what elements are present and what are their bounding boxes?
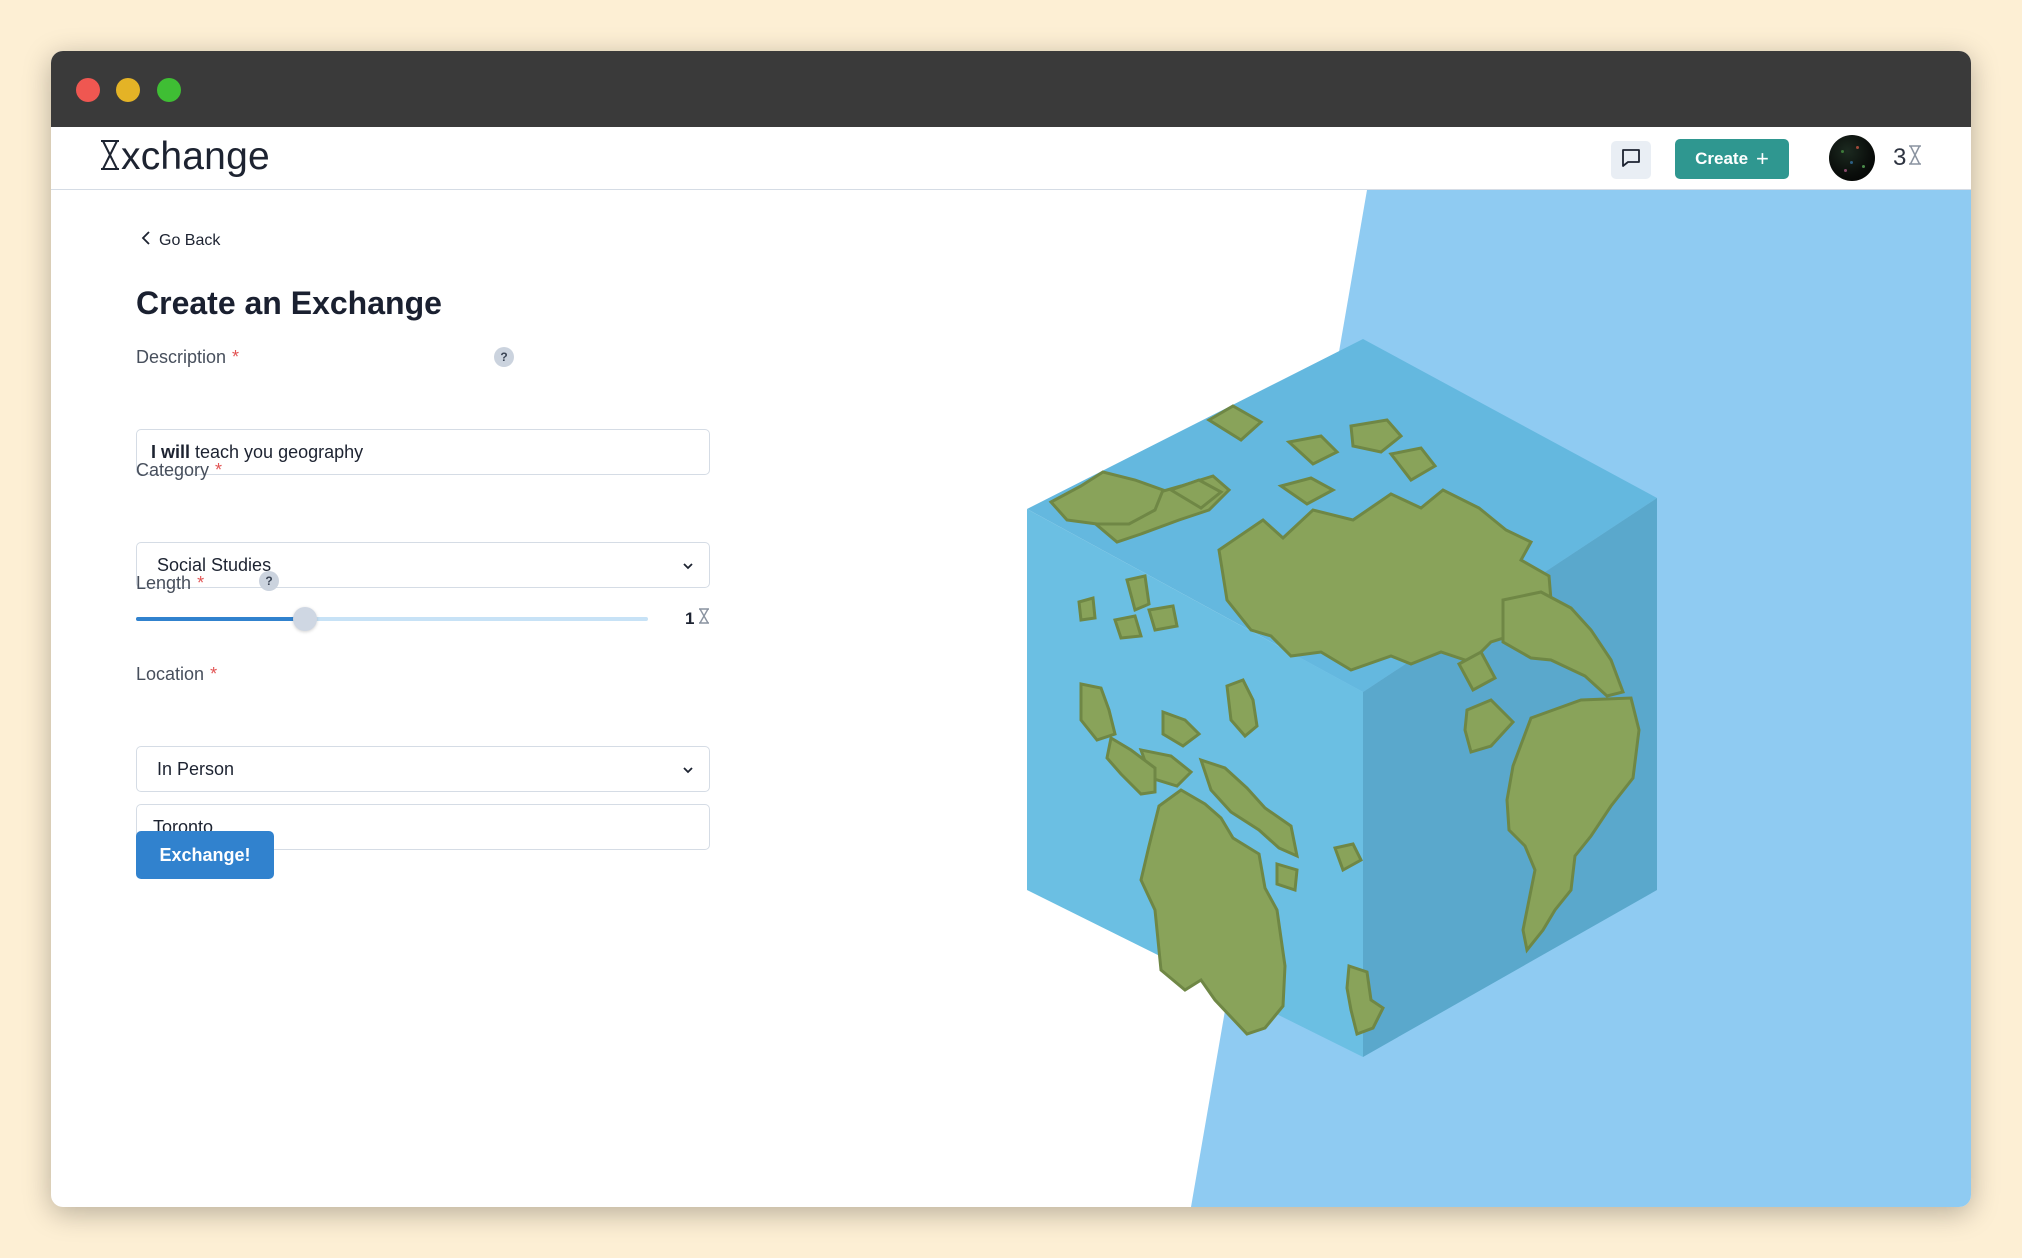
required-marker: * (215, 460, 223, 480)
user-avatar[interactable] (1829, 135, 1875, 181)
help-glyph: ? (500, 350, 508, 364)
category-label-text: Category (136, 460, 210, 480)
slider-fill (136, 617, 305, 621)
location-label-text: Location (136, 664, 205, 684)
page-content: Go Back Create an Exchange ? Description… (51, 190, 1971, 1207)
close-window-button[interactable] (76, 78, 100, 102)
maximize-window-button[interactable] (157, 78, 181, 102)
chevron-down-icon (681, 761, 695, 782)
credits-balance: 3 (1893, 143, 1922, 173)
app-name: xchange (121, 135, 270, 178)
minimize-window-button[interactable] (116, 78, 140, 102)
category-select[interactable]: Social Studies (136, 542, 710, 588)
length-label: Length * (136, 573, 204, 594)
credits-count: 3 (1893, 144, 1907, 171)
messages-button[interactable] (1611, 141, 1651, 179)
plus-icon: + (1756, 146, 1769, 171)
slider-thumb[interactable] (292, 607, 317, 631)
page-title: Create an Exchange (136, 285, 442, 321)
go-back-label: Go Back (159, 231, 221, 249)
description-label-text: Description (136, 347, 227, 367)
location-label: Location * (136, 664, 217, 685)
location-selected-value: In Person (157, 758, 235, 779)
length-label-text: Length (136, 573, 192, 593)
go-back-link[interactable]: Go Back (141, 230, 220, 251)
help-glyph: ? (265, 574, 273, 588)
title-help-icon[interactable]: ? (494, 347, 514, 367)
category-label: Category * (136, 460, 222, 481)
chevron-left-icon (141, 230, 151, 251)
voxel-earth-cube (1027, 339, 1657, 1057)
required-marker: * (197, 573, 205, 593)
message-square-icon (1621, 148, 1641, 173)
exchange-submit-label: Exchange! (159, 844, 251, 865)
location-select[interactable]: In Person (136, 746, 710, 792)
create-button[interactable]: Create + (1675, 139, 1789, 179)
chevron-down-icon (681, 557, 695, 578)
length-slider[interactable] (136, 607, 648, 631)
exchange-submit-button[interactable]: Exchange! (136, 831, 274, 879)
window-titlebar (51, 51, 1971, 127)
top-navbar: xchange Create + 3 (51, 127, 1971, 190)
hourglass-icon (1908, 144, 1922, 172)
length-value-number: 1 (685, 608, 695, 628)
browser-window: xchange Create + 3 Go Back Create an Exc… (51, 51, 1971, 1207)
description-label: Description * (136, 347, 239, 368)
hourglass-icon (99, 139, 121, 176)
hourglass-icon (698, 608, 710, 629)
description-input[interactable]: I will teach you geography (136, 429, 710, 475)
app-logo[interactable]: xchange (99, 135, 270, 179)
length-value: 1 (685, 608, 710, 629)
required-marker: * (210, 664, 218, 684)
create-button-label: Create (1695, 149, 1749, 168)
required-marker: * (232, 347, 240, 367)
length-help-icon[interactable]: ? (259, 571, 279, 591)
